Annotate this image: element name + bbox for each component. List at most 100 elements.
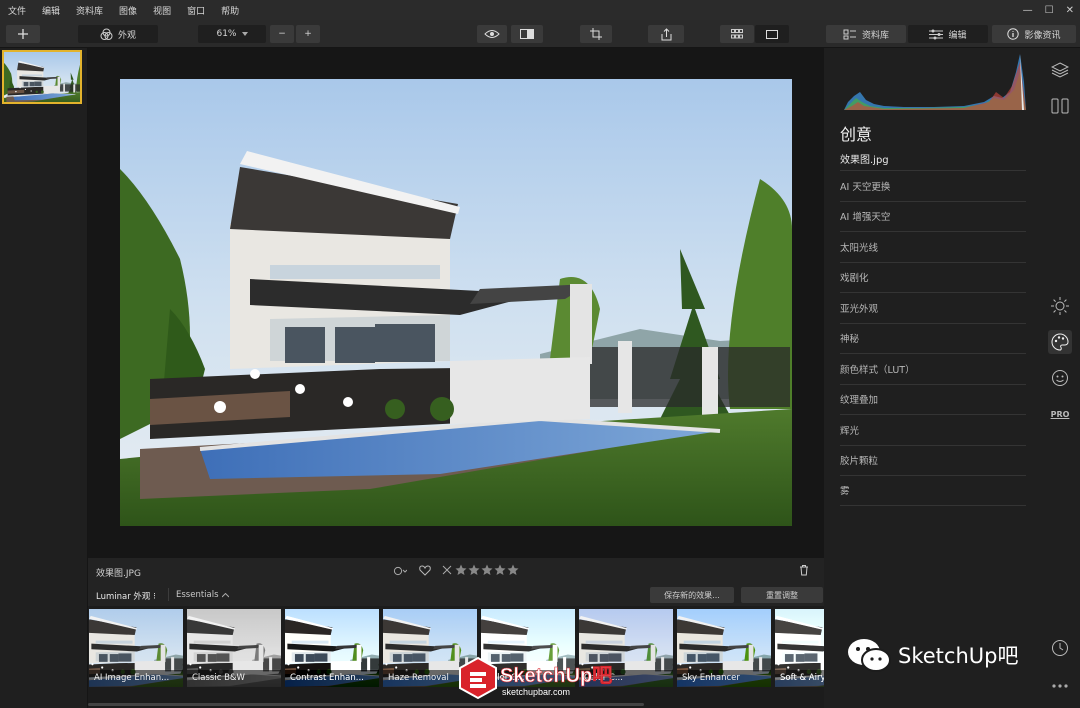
histogram: [844, 54, 1026, 110]
panel-title: 创意: [840, 125, 873, 144]
menu-library[interactable]: 资料库: [68, 4, 111, 17]
sliders-icon: [929, 29, 944, 39]
single-view-button[interactable]: [755, 25, 789, 43]
logo-text: SketchUp吧: [500, 665, 612, 687]
looks-category[interactable]: Essentials: [176, 590, 219, 600]
tab-info[interactable]: 影像资讯: [992, 25, 1076, 43]
tool-item[interactable]: 神秘: [840, 322, 1026, 354]
menu-edit[interactable]: 编辑: [34, 4, 68, 17]
share-button[interactable]: [648, 25, 684, 43]
color-label-icon[interactable]: [393, 566, 407, 576]
single-image-icon: [766, 29, 778, 39]
logo-url-text: sketchupbar.com: [502, 687, 570, 697]
tool-item[interactable]: 太阳光线: [840, 231, 1026, 262]
zoom-out-button[interactable]: −: [270, 25, 294, 43]
zoom-in-button[interactable]: +: [296, 25, 320, 43]
image-canvas[interactable]: [88, 48, 824, 558]
tab-library-label: 资料库: [861, 30, 889, 41]
preset-tile[interactable]: Soft & Airy: [775, 609, 824, 687]
pro-icon[interactable]: PRO: [1048, 402, 1072, 426]
tool-item[interactable]: 雾: [840, 475, 1026, 506]
add-images-button[interactable]: [6, 25, 40, 43]
preset-tile[interactable]: Classic B&W: [187, 609, 281, 687]
palette-icon[interactable]: [1048, 330, 1072, 354]
looks-divider: [168, 588, 169, 601]
grid-icon: [731, 29, 743, 39]
library-icon: [843, 29, 856, 39]
menu-file[interactable]: 文件: [0, 4, 34, 17]
tool-item[interactable]: AI 增强天空: [840, 200, 1026, 232]
preset-scrollbar[interactable]: [88, 703, 644, 706]
tool-item[interactable]: 胶片颗粒: [840, 444, 1026, 476]
looks-preset-strip: AI Image Enhan... Classic B&W Contrast E…: [88, 606, 824, 708]
save-look-button[interactable]: 保存新的效果...: [650, 587, 734, 603]
tool-item[interactable]: 戏剧化: [840, 261, 1026, 293]
plus-icon: +: [304, 29, 312, 39]
compare-icon[interactable]: [1048, 94, 1072, 118]
reject-icon[interactable]: [442, 565, 452, 575]
menu-bar: 文件 编辑 资料库 图像 视图 窗口 帮助 — ☐ ✕: [0, 0, 1080, 20]
looks-circles-icon: [100, 28, 113, 40]
wechat-watermark-text: SketchUp吧: [898, 644, 1019, 668]
crop-icon: [590, 28, 602, 40]
compare-button[interactable]: [511, 25, 543, 43]
preview-button[interactable]: [477, 25, 507, 43]
preset-label: Contrast Enhan...: [285, 670, 379, 687]
sun-icon[interactable]: [1048, 294, 1072, 318]
luminar-window: 文件 编辑 资料库 图像 视图 窗口 帮助 — ☐ ✕ 外观 61% − + 资…: [0, 0, 1080, 708]
zoom-select[interactable]: 61%: [198, 25, 266, 43]
thumbnail-image: [4, 52, 80, 102]
preset-label: Soft & Airy: [775, 670, 824, 687]
tool-item[interactable]: 颜色样式（LUT）: [840, 353, 1026, 384]
image-info-bar: 效果图.JPG: [88, 558, 824, 584]
edit-panel: 创意 效果图.jpg AI 天空更换 AI 增强天空 太阳光线 戏剧化 亚光外观…: [824, 48, 1040, 708]
tab-info-label: 影像资讯: [1024, 30, 1061, 41]
maximize-button[interactable]: ☐: [1045, 5, 1054, 16]
preset-label: Sky Enhancer: [677, 670, 771, 687]
zoom-value: 61%: [216, 29, 237, 39]
heart-icon[interactable]: [419, 565, 431, 576]
eye-icon: [484, 30, 500, 38]
tool-item[interactable]: 辉光: [840, 414, 1026, 445]
more-icon[interactable]: [1048, 674, 1072, 698]
trash-icon[interactable]: [799, 564, 809, 576]
tab-edit-label: 编辑: [948, 30, 967, 41]
looks-collection[interactable]: Luminar 外观 ⁝: [96, 590, 156, 602]
minimize-button[interactable]: —: [1023, 5, 1033, 16]
share-icon: [661, 27, 671, 40]
looks-button[interactable]: 外观: [78, 25, 158, 43]
tab-library[interactable]: 资料库: [826, 25, 906, 43]
split-view-icon: [520, 29, 534, 39]
menu-view[interactable]: 视图: [145, 4, 179, 17]
face-icon[interactable]: [1048, 366, 1072, 390]
chevron-up-icon[interactable]: [222, 593, 229, 598]
plus-icon: [18, 29, 28, 39]
looks-bar: Luminar 外观 ⁝ Essentials 保存新的效果... 重置调整: [88, 584, 824, 606]
wechat-logo-icon: [848, 639, 891, 672]
looks-label: 外观: [117, 30, 136, 41]
film-thumbnail-selected[interactable]: [2, 50, 82, 104]
reset-adjustments-button[interactable]: 重置调整: [741, 587, 823, 603]
preset-tile[interactable]: Contrast Enhan...: [285, 609, 379, 687]
main-photo[interactable]: [120, 79, 792, 526]
tool-item[interactable]: 纹理叠加: [840, 383, 1026, 415]
image-filename: 效果图.JPG: [96, 569, 141, 579]
menu-window[interactable]: 窗口: [179, 4, 213, 17]
window-controls: — ☐ ✕: [1023, 0, 1074, 20]
menu-image[interactable]: 图像: [111, 4, 145, 17]
preset-tile[interactable]: Sky Enhancer: [677, 609, 771, 687]
info-icon: [1007, 28, 1020, 40]
grid-view-button[interactable]: [720, 25, 754, 43]
crop-button[interactable]: [580, 25, 612, 43]
history-icon[interactable]: [1048, 636, 1072, 660]
tab-edit[interactable]: 编辑: [908, 25, 988, 43]
tool-item[interactable]: 亚光外观: [840, 292, 1026, 323]
top-toolbar: 外观 61% − + 资料库 编辑 影像资讯: [0, 20, 1080, 48]
star-rating[interactable]: [455, 564, 521, 576]
tool-item[interactable]: AI 天空更换: [840, 170, 1026, 201]
preset-tile[interactable]: AI Image Enhan...: [89, 609, 183, 687]
tool-category-rail: PRO: [1040, 48, 1080, 708]
close-button[interactable]: ✕: [1066, 5, 1074, 16]
menu-help[interactable]: 帮助: [213, 4, 247, 17]
layers-icon[interactable]: [1048, 58, 1072, 82]
